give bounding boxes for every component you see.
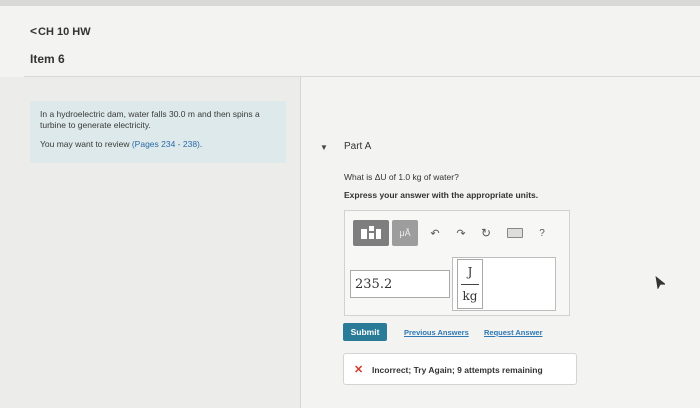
review-prefix: You may want to review — [40, 139, 130, 149]
submit-button[interactable]: Submit — [343, 323, 387, 341]
redo-icon[interactable]: ↷ — [452, 220, 470, 246]
chevron-left-icon: < — [30, 24, 38, 38]
unit-denominator: kg — [462, 289, 478, 303]
incorrect-x-icon: ✕ — [354, 364, 364, 376]
review-line: You may want to review (Pages 234 - 238)… — [40, 139, 276, 150]
help-button[interactable]: ? — [533, 220, 551, 246]
undo-icon[interactable]: ↶ — [426, 220, 444, 246]
back-link-label: CH 10 HW — [38, 26, 91, 38]
previous-answers-link[interactable]: Previous Answers — [404, 328, 469, 337]
templates-button[interactable] — [353, 220, 389, 246]
mouse-pointer-icon — [655, 275, 665, 289]
problem-statement: In a hydroelectric dam, water falls 30.0… — [40, 109, 260, 130]
feedback-text: Incorrect; Try Again; 9 attempts remaini… — [372, 365, 543, 375]
request-answer-link[interactable]: Request Answer — [484, 328, 543, 337]
templates-icon — [361, 226, 381, 240]
review-pages-link[interactable]: (Pages 234 - 238) — [132, 139, 200, 149]
fraction-bar — [461, 284, 479, 285]
part-title[interactable]: Part A — [344, 141, 371, 152]
units-button[interactable]: μÅ — [392, 220, 418, 246]
part-collapse-caret-icon[interactable]: ▼ — [320, 143, 328, 152]
keyboard-icon[interactable] — [504, 220, 526, 246]
back-to-assignment-link[interactable]: <CH 10 HW — [30, 24, 91, 38]
unit-numerator: J — [467, 265, 473, 279]
unit-fraction: J kg — [457, 259, 483, 309]
problem-info-box: In a hydroelectric dam, water falls 30.0… — [30, 101, 286, 163]
answer-value-input[interactable]: 235.2 — [350, 270, 450, 298]
review-suffix: . — [199, 139, 203, 149]
question-text: What is ΔU of 1.0 kg of water? — [344, 172, 459, 182]
math-toolbar: μÅ ↶ ↷ ↻ ? — [353, 220, 563, 246]
answer-units-input[interactable]: J kg — [452, 257, 556, 311]
instruction-text: Express your answer with the appropriate… — [344, 190, 539, 200]
keyboard-shape — [507, 228, 523, 238]
feedback-box: ✕ Incorrect; Try Again; 9 attempts remai… — [343, 353, 577, 385]
item-title: Item 6 — [30, 52, 65, 66]
reset-icon[interactable]: ↻ — [477, 220, 495, 246]
